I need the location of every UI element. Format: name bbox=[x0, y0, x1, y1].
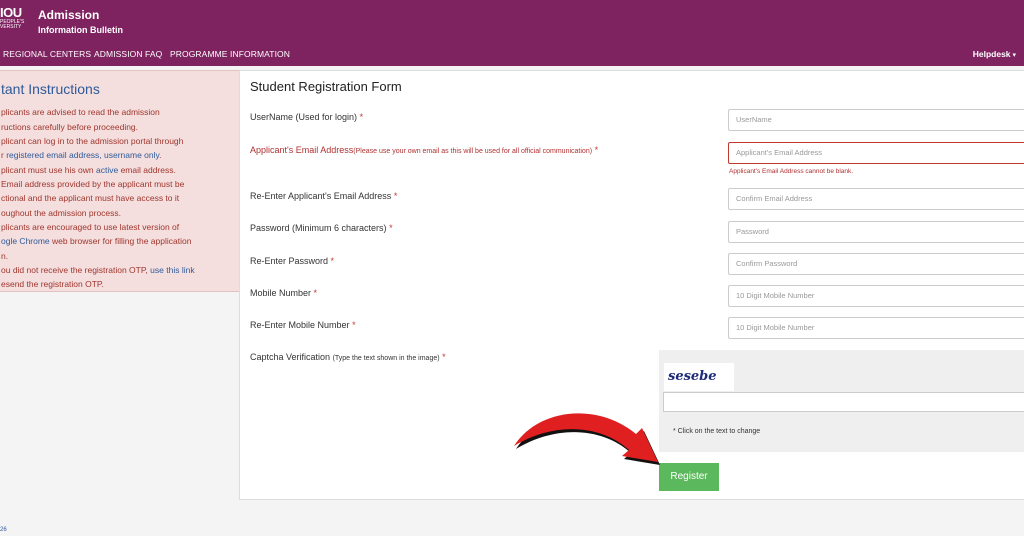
captcha-input[interactable] bbox=[663, 392, 1024, 412]
instruction-line: ctional and the applicant must have acce… bbox=[1, 193, 180, 203]
email-label-text: Applicant's Email Address bbox=[250, 145, 354, 155]
mobile-label: Mobile Number * bbox=[250, 288, 317, 298]
mobile-input[interactable]: 10 Digit Mobile Number bbox=[728, 285, 1024, 307]
captcha-label-note: (Type the text shown in the image) bbox=[332, 355, 440, 362]
instruction-text: r bbox=[1, 150, 4, 160]
instruction-line: plicant can log in to the admission port… bbox=[1, 136, 184, 146]
instruction-line: ogle Chrome web browser for filling the … bbox=[1, 236, 191, 246]
active-highlight: active bbox=[95, 165, 119, 175]
confirm-email-input[interactable]: Confirm Email Address bbox=[728, 188, 1024, 210]
nav-regional-centers[interactable]: REGIONAL CENTERS bbox=[3, 49, 91, 59]
username-label: UserName (Used for login) * bbox=[250, 112, 363, 122]
required-mark: * bbox=[313, 288, 318, 298]
header-subtitle: Information Bulletin bbox=[38, 25, 123, 35]
nav-programme-information[interactable]: PROGRAMME INFORMATION bbox=[170, 49, 290, 59]
instruction-line: ructions carefully before proceeding. bbox=[1, 122, 139, 132]
confirm-mobile-input[interactable]: 10 Digit Mobile Number bbox=[728, 317, 1024, 339]
remobile-label: Re-Enter Mobile Number * bbox=[250, 320, 356, 330]
repassword-label: Re-Enter Password * bbox=[250, 256, 334, 266]
remobile-label-text: Re-Enter Mobile Number bbox=[250, 320, 350, 330]
email-label: Applicant's Email Address(Please use you… bbox=[250, 145, 598, 155]
captcha-text: sesebe bbox=[668, 369, 717, 384]
email-error-message: Applicant's Email Address cannot be blan… bbox=[729, 168, 854, 175]
password-label-text: Password (Minimum 6 characters) bbox=[250, 223, 387, 233]
instruction-line: plicant must use his own active email ad… bbox=[1, 165, 176, 175]
instruction-text: email address. bbox=[120, 165, 176, 175]
reemail-label-text: Re-Enter Applicant's Email Address bbox=[250, 191, 392, 201]
instruction-text: web browser for filling the application bbox=[52, 236, 192, 246]
curved-arrow-icon bbox=[514, 413, 660, 465]
required-mark: * bbox=[442, 352, 446, 362]
registered-email-username-highlight: registered email address, username only bbox=[6, 150, 160, 160]
instructions-title: tant Instructions bbox=[1, 81, 100, 97]
instruction-text: ou did not receive the registration OTP, bbox=[1, 265, 148, 275]
captcha-label: Captcha Verification (Type the text show… bbox=[250, 352, 446, 362]
required-mark: * bbox=[352, 320, 356, 330]
resend-otp-link[interactable]: use this link bbox=[150, 265, 194, 275]
logo-main-text: IOU bbox=[0, 5, 22, 20]
instruction-line: plicants are advised to read the admissi… bbox=[1, 107, 160, 117]
captcha-label-text: Captcha Verification bbox=[250, 352, 331, 362]
instruction-text: plicant must use his own bbox=[1, 165, 94, 175]
required-mark: * bbox=[330, 256, 335, 266]
username-label-text: UserName (Used for login) bbox=[250, 112, 358, 122]
captcha-hint: * Click on the text to change bbox=[673, 428, 761, 435]
username-input[interactable]: UserName bbox=[728, 109, 1024, 131]
form-title: Student Registration Form bbox=[250, 79, 402, 94]
university-logo[interactable]: IOU PEOPLE'S VERSITY bbox=[0, 6, 28, 30]
mobile-label-text: Mobile Number bbox=[250, 288, 312, 298]
nav-helpdesk-dropdown[interactable]: Helpdesk bbox=[973, 49, 1016, 59]
email-label-note: (Please use your own email as this will … bbox=[353, 148, 593, 155]
repassword-label-text: Re-Enter Password bbox=[250, 256, 329, 266]
instruction-line: oughout the admission process. bbox=[1, 208, 122, 218]
required-mark: * bbox=[389, 223, 393, 233]
required-mark: * bbox=[359, 112, 364, 122]
top-header: IOU PEOPLE'S VERSITY Admission Informati… bbox=[0, 0, 1024, 40]
main-nav: REGIONAL CENTERS ADMISSION FAQ PROGRAMME… bbox=[0, 40, 1024, 66]
required-mark: * bbox=[594, 145, 599, 155]
instruction-line: Email address provided by the applicant … bbox=[1, 179, 185, 189]
logo-line-3: VERSITY bbox=[0, 24, 22, 30]
email-input[interactable]: Applicant's Email Address bbox=[728, 142, 1024, 164]
instruction-line: ou did not receive the registration OTP,… bbox=[1, 265, 195, 275]
reemail-label: Re-Enter Applicant's Email Address * bbox=[250, 191, 397, 201]
instruction-line: r registered email address, username onl… bbox=[1, 150, 162, 160]
instruction-line: n. bbox=[1, 251, 9, 261]
brand: Admission Information Bulletin bbox=[38, 8, 123, 35]
confirm-password-input[interactable]: Confirm Password bbox=[728, 253, 1024, 275]
google-chrome-highlight: ogle Chrome bbox=[1, 236, 50, 246]
header-title: Admission bbox=[38, 8, 100, 22]
instruction-line: plicants are encouraged to use latest ve… bbox=[1, 222, 180, 232]
important-instructions-panel: tant Instructions plicants are advised t… bbox=[0, 70, 258, 292]
footer-text: 26 bbox=[0, 527, 7, 533]
required-mark: * bbox=[393, 191, 398, 201]
password-label: Password (Minimum 6 characters) * bbox=[250, 223, 393, 233]
nav-admission-faq[interactable]: ADMISSION FAQ bbox=[94, 49, 162, 59]
password-input[interactable]: Password bbox=[728, 221, 1024, 243]
instruction-line: esend the registration OTP. bbox=[1, 279, 104, 289]
captcha-image[interactable]: sesebe bbox=[664, 363, 734, 391]
